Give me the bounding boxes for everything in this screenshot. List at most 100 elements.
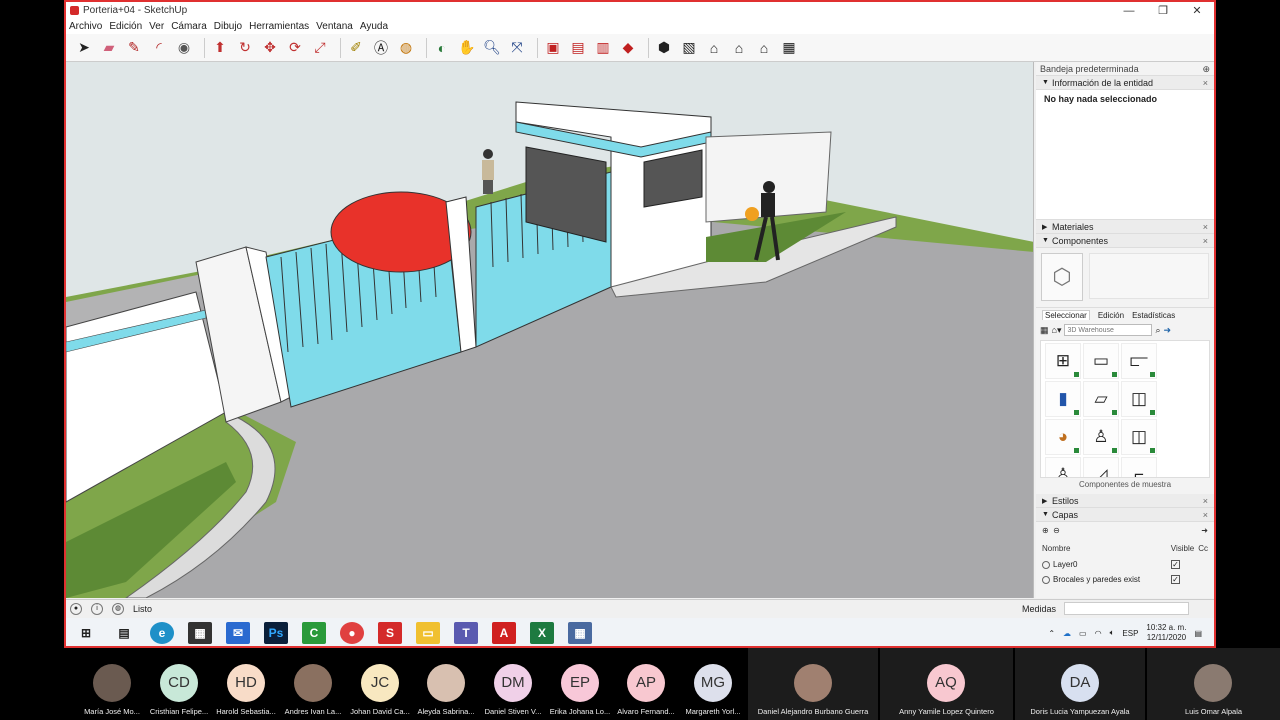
select-tool-icon[interactable]: ➤ bbox=[74, 38, 94, 58]
component-car-icon[interactable]: ◫ bbox=[1121, 419, 1157, 455]
paint-bucket-icon[interactable]: ◍ bbox=[396, 38, 416, 58]
menu-ayuda[interactable]: Ayuda bbox=[360, 21, 388, 32]
acrobat-icon[interactable]: A bbox=[492, 622, 516, 644]
component-dog-icon[interactable]: ◕ bbox=[1045, 419, 1081, 455]
battery-icon[interactable]: ▭ bbox=[1079, 629, 1087, 638]
tape-measure-icon[interactable]: ✐ bbox=[346, 38, 366, 58]
home-icon[interactable]: ⌂▾ bbox=[1052, 325, 1062, 336]
chrome-icon[interactable]: ● bbox=[340, 622, 364, 644]
participant-tile-large[interactable]: Daniel Alejandro Burbano Guerra bbox=[748, 648, 878, 720]
mail-icon[interactable]: ✉ bbox=[226, 622, 250, 644]
menu-archivo[interactable]: Archivo bbox=[69, 21, 102, 32]
menu-dibujo[interactable]: Dibujo bbox=[214, 21, 242, 32]
participant-tile-large[interactable]: AQ Anny Yamile Lopez Quintero bbox=[880, 648, 1013, 720]
layer-details-icon[interactable]: ➜ bbox=[1201, 526, 1208, 536]
participant-tile[interactable]: DM Daniel Stiven V... bbox=[481, 648, 545, 720]
notifications-icon[interactable]: ▤ bbox=[1194, 629, 1202, 638]
component-person-icon[interactable]: ♙ bbox=[1083, 419, 1119, 455]
store-icon[interactable]: ▦ bbox=[188, 622, 212, 644]
component-ramp-icon[interactable]: ◿ bbox=[1083, 457, 1119, 477]
view-options-icon[interactable]: ▦ bbox=[1040, 325, 1049, 336]
scale-tool-icon[interactable]: ⤢ bbox=[310, 38, 330, 58]
file-explorer-icon[interactable]: ▭ bbox=[416, 622, 440, 644]
participant-tile[interactable]: CD Cristhian Felipe... bbox=[147, 648, 211, 720]
search-icon[interactable]: ⌕ bbox=[1155, 325, 1160, 336]
component-gate-icon[interactable]: ⊞ bbox=[1045, 343, 1081, 379]
component-bench-icon[interactable]: ⫍ bbox=[1121, 343, 1157, 379]
close-button[interactable]: ✕ bbox=[1180, 4, 1214, 17]
shape-tool-icon[interactable]: ◉ bbox=[174, 38, 194, 58]
pan-tool-icon[interactable]: ✋ bbox=[457, 38, 477, 58]
excel-icon[interactable]: X bbox=[530, 622, 554, 644]
minimize-button[interactable]: — bbox=[1112, 5, 1146, 17]
info-icon[interactable]: i bbox=[91, 602, 103, 615]
add-layer-icon[interactable]: ⊕ bbox=[1042, 526, 1049, 536]
menu-ventana[interactable]: Ventana bbox=[316, 21, 353, 32]
component-person-icon[interactable]: ♙ bbox=[1045, 457, 1081, 477]
components-header[interactable]: ▼ Componentes × bbox=[1036, 234, 1214, 248]
participant-tile[interactable]: Andres Ivan La... bbox=[281, 648, 345, 720]
active-layer-radio[interactable] bbox=[1042, 560, 1050, 569]
participant-tile[interactable]: MG Margareth Yorl... bbox=[681, 648, 745, 720]
component-bed-icon[interactable]: ▱ bbox=[1083, 381, 1119, 417]
photoshop-icon[interactable]: Ps bbox=[264, 622, 288, 644]
front-view-icon[interactable]: ⌂ bbox=[704, 38, 724, 58]
tab-edicion[interactable]: Edición bbox=[1098, 311, 1124, 320]
close-icon[interactable]: × bbox=[1203, 236, 1208, 246]
right-view-icon[interactable]: ⌂ bbox=[729, 38, 749, 58]
pencil-tool-icon[interactable]: ✎ bbox=[124, 38, 144, 58]
participant-tile-large[interactable]: Luis Omar Alpala bbox=[1147, 648, 1280, 720]
chevron-up-icon[interactable]: ⌃ bbox=[1048, 629, 1055, 638]
geo-location-icon[interactable]: ● bbox=[70, 602, 82, 615]
component-mailbox-icon[interactable]: ▮ bbox=[1045, 381, 1081, 417]
rotate-tool-icon[interactable]: ⟳ bbox=[285, 38, 305, 58]
details-arrow-icon[interactable]: ➜ bbox=[1164, 325, 1172, 336]
eraser-tool-icon[interactable]: ▰ bbox=[99, 38, 119, 58]
component-table-icon[interactable]: ▭ bbox=[1083, 343, 1119, 379]
windows-start-icon[interactable]: ⊞ bbox=[74, 622, 98, 644]
close-icon[interactable]: × bbox=[1203, 78, 1208, 88]
participant-tile-large[interactable]: DA Doris Lucia Yampuezan Ayala bbox=[1015, 648, 1145, 720]
close-icon[interactable]: × bbox=[1203, 496, 1208, 506]
component-lamp-icon[interactable]: ⌐ bbox=[1121, 457, 1157, 477]
teams-icon[interactable]: T bbox=[454, 622, 478, 644]
participant-tile[interactable]: JC Johan David Ca... bbox=[348, 648, 412, 720]
component-car-icon[interactable]: ◫ bbox=[1121, 381, 1157, 417]
menu-camara[interactable]: Cámara bbox=[171, 21, 207, 32]
entity-info-header[interactable]: ▼ Información de la entidad × bbox=[1036, 76, 1214, 90]
onedrive-icon[interactable]: ☁ bbox=[1063, 629, 1071, 638]
extension-warehouse-icon[interactable]: ▥ bbox=[593, 38, 613, 58]
zoom-tool-icon[interactable]: 🔍︎ bbox=[482, 38, 502, 58]
share-model-icon[interactable]: ▤ bbox=[568, 38, 588, 58]
menu-herramientas[interactable]: Herramientas bbox=[249, 21, 309, 32]
active-layer-radio[interactable] bbox=[1042, 575, 1050, 584]
move-tool-icon[interactable]: ✥ bbox=[260, 38, 280, 58]
pin-icon[interactable]: ⊕ bbox=[1202, 64, 1210, 74]
back-view-icon[interactable]: ⌂ bbox=[754, 38, 774, 58]
ruby-icon[interactable]: ◆ bbox=[618, 38, 638, 58]
participant-tile[interactable]: Aleyda Sabrina... bbox=[414, 648, 478, 720]
follow-me-icon[interactable]: ↻ bbox=[235, 38, 255, 58]
user-icon[interactable]: ◍ bbox=[112, 602, 124, 615]
task-view-icon[interactable]: ▤ bbox=[112, 622, 136, 644]
left-view-icon[interactable]: ▦ bbox=[779, 38, 799, 58]
arc-tool-icon[interactable]: ◜ bbox=[149, 38, 169, 58]
clock[interactable]: 10:32 a. m. 12/11/2020 bbox=[1146, 623, 1186, 643]
network-icon[interactable]: ◠ bbox=[1095, 629, 1102, 638]
layer-row[interactable]: Layer0 ✓ bbox=[1036, 557, 1214, 572]
participant-tile[interactable]: María José Mo... bbox=[80, 648, 144, 720]
tab-estadisticas[interactable]: Estadísticas bbox=[1132, 311, 1175, 320]
menu-edicion[interactable]: Edición bbox=[109, 21, 142, 32]
close-icon[interactable]: × bbox=[1203, 222, 1208, 232]
sketchup-taskbar-icon[interactable]: S bbox=[378, 622, 402, 644]
layers-header[interactable]: ▼ Capas × bbox=[1036, 508, 1214, 522]
remove-layer-icon[interactable]: ⊖ bbox=[1053, 526, 1060, 536]
orbit-tool-icon[interactable]: ◐ bbox=[432, 38, 452, 58]
participant-tile[interactable]: HD Harold Sebastia... bbox=[214, 648, 278, 720]
zoom-extents-icon[interactable]: ⤧ bbox=[507, 38, 527, 58]
top-view-icon[interactable]: ▧ bbox=[679, 38, 699, 58]
materials-header[interactable]: ▶ Materiales × bbox=[1036, 220, 1214, 234]
edge-browser-icon[interactable]: e bbox=[150, 622, 174, 644]
participant-tile[interactable]: AP Alvaro Fernand... bbox=[614, 648, 678, 720]
layer-visible-checkbox[interactable]: ✓ bbox=[1171, 575, 1180, 584]
